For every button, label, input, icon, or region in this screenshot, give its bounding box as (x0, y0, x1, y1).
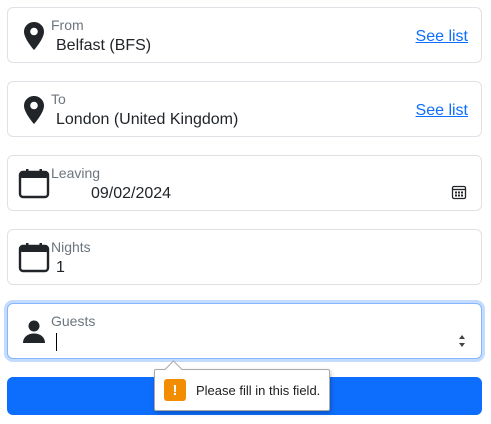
guests-field[interactable]: Guests (7, 303, 482, 359)
calendar-icon (18, 242, 50, 274)
nights-input[interactable]: 1 (56, 258, 65, 278)
from-value[interactable]: Belfast (BFS) (56, 36, 151, 56)
location-pin-icon (18, 94, 50, 126)
warning-icon: ! (164, 379, 186, 401)
person-icon (18, 316, 50, 348)
date-picker-icon[interactable] (451, 184, 467, 200)
search-form: From Belfast (BFS) See list To London (U… (0, 0, 491, 424)
from-see-list-link[interactable]: See list (416, 27, 468, 47)
number-spinner[interactable] (457, 332, 467, 350)
to-see-list-link[interactable]: See list (416, 101, 468, 121)
spinner-down-icon (459, 343, 465, 347)
spinner-up-icon (459, 335, 465, 339)
nights-label: Nights (51, 239, 91, 255)
to-label: To (51, 91, 66, 107)
leaving-date-input[interactable]: 09/02/2024 (91, 184, 171, 204)
location-pin-icon (18, 20, 50, 52)
tooltip-arrow (164, 360, 183, 379)
validation-message: Please fill in this field. (196, 382, 321, 398)
nights-field[interactable]: Nights 1 (7, 229, 482, 285)
leaving-field[interactable]: Leaving 09/02/2024 (7, 155, 482, 211)
calendar-icon (18, 168, 50, 200)
to-field[interactable]: To London (United Kingdom) See list (7, 81, 482, 137)
leaving-label: Leaving (51, 165, 101, 181)
guests-label: Guests (51, 313, 96, 329)
to-value[interactable]: London (United Kingdom) (56, 110, 238, 130)
text-cursor (56, 333, 57, 351)
from-field[interactable]: From Belfast (BFS) See list (7, 7, 482, 63)
validation-tooltip: ! Please fill in this field. (154, 360, 331, 411)
from-label: From (51, 17, 84, 33)
